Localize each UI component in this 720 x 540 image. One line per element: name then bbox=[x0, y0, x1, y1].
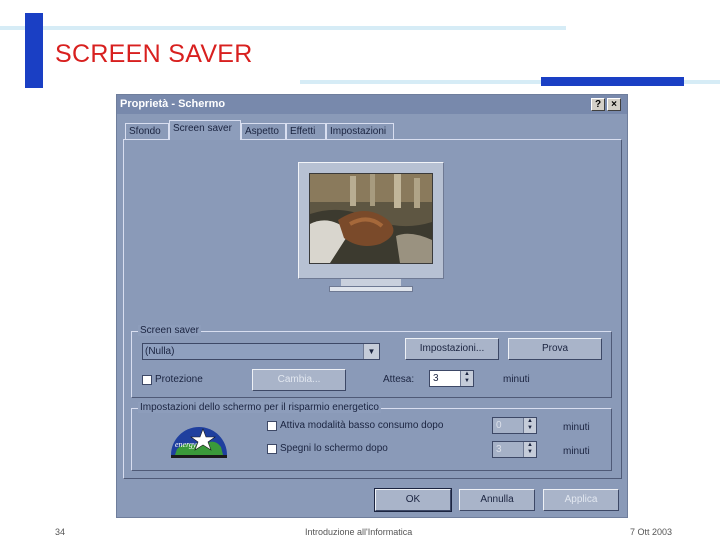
monitor-preview bbox=[298, 162, 444, 279]
dialog-titlebar[interactable]: Proprietà - Schermo ? × bbox=[117, 95, 627, 114]
spin-arrows-icon[interactable]: ▲ ▼ bbox=[523, 418, 536, 433]
ok-button[interactable]: OK bbox=[374, 488, 452, 512]
change-password-button[interactable]: Cambia... bbox=[252, 369, 346, 391]
password-label: Protezione bbox=[155, 374, 203, 385]
shutoff-label: Spegni lo schermo dopo bbox=[280, 443, 388, 454]
decor-top-line bbox=[0, 26, 566, 30]
display-properties-dialog: Proprietà - Schermo ? × Sfondo Screen sa… bbox=[116, 94, 628, 518]
shutoff-value: 3 bbox=[496, 444, 502, 455]
preview-photo bbox=[310, 174, 432, 263]
screensaver-select-value: (Nulla) bbox=[145, 346, 175, 357]
password-checkbox[interactable] bbox=[142, 375, 152, 385]
tab-aspetto[interactable]: Aspetto bbox=[241, 123, 286, 139]
wait-spinner[interactable]: 3 ▲ ▼ bbox=[429, 370, 474, 387]
preview-button[interactable]: Prova bbox=[508, 338, 602, 360]
close-button[interactable]: × bbox=[607, 98, 621, 111]
cancel-button[interactable]: Annulla bbox=[459, 489, 535, 511]
decor-blue-block bbox=[541, 77, 684, 86]
apply-button[interactable]: Applica bbox=[543, 489, 619, 511]
tab-sfondo[interactable]: Sfondo bbox=[125, 123, 169, 139]
low-power-checkbox[interactable] bbox=[267, 421, 277, 431]
wait-value: 3 bbox=[433, 373, 439, 384]
low-power-unit: minuti bbox=[563, 422, 590, 433]
screensaver-settings-button[interactable]: Impostazioni... bbox=[405, 338, 499, 360]
footer-page-number: 34 bbox=[55, 527, 66, 537]
decor-vertical-bar bbox=[25, 13, 43, 88]
tab-impostazioni[interactable]: Impostazioni bbox=[326, 123, 394, 139]
energy-group-label: Impostazioni dello schermo per il rispar… bbox=[138, 402, 381, 413]
spin-arrows-icon[interactable]: ▲ ▼ bbox=[523, 442, 536, 457]
footer-course: Introduzione all'Informatica bbox=[305, 527, 413, 537]
shutoff-unit: minuti bbox=[563, 446, 590, 457]
spin-arrows-icon[interactable]: ▲ ▼ bbox=[460, 371, 473, 386]
low-power-spinner[interactable]: 0 ▲ ▼ bbox=[492, 417, 537, 434]
slide-title: SCREEN SAVER bbox=[55, 40, 253, 68]
low-power-label: Attiva modalità basso consumo dopo bbox=[280, 420, 444, 431]
wait-label: Attesa: bbox=[383, 374, 415, 385]
wait-unit: minuti bbox=[503, 374, 530, 385]
tab-effetti[interactable]: Effetti bbox=[286, 123, 326, 139]
preview-screen-image bbox=[309, 173, 433, 264]
shutoff-checkbox[interactable] bbox=[267, 444, 277, 454]
low-power-value: 0 bbox=[496, 420, 502, 431]
shutoff-spinner[interactable]: 3 ▲ ▼ bbox=[492, 441, 537, 458]
chevron-down-icon[interactable]: ▼ bbox=[363, 344, 379, 359]
screensaver-group-label: Screen saver bbox=[138, 325, 201, 336]
screensaver-select[interactable]: (Nulla) ▼ bbox=[142, 343, 380, 360]
dialog-title: Proprietà - Schermo bbox=[120, 98, 226, 110]
monitor-base bbox=[329, 286, 413, 292]
tab-screen-saver[interactable]: Screen saver bbox=[169, 120, 241, 140]
energy-star-logo-icon: energy bbox=[171, 427, 227, 458]
footer-date: 7 Ott 2003 bbox=[630, 527, 673, 537]
help-button[interactable]: ? bbox=[591, 98, 605, 111]
energy-logo-text: energy bbox=[175, 440, 197, 449]
